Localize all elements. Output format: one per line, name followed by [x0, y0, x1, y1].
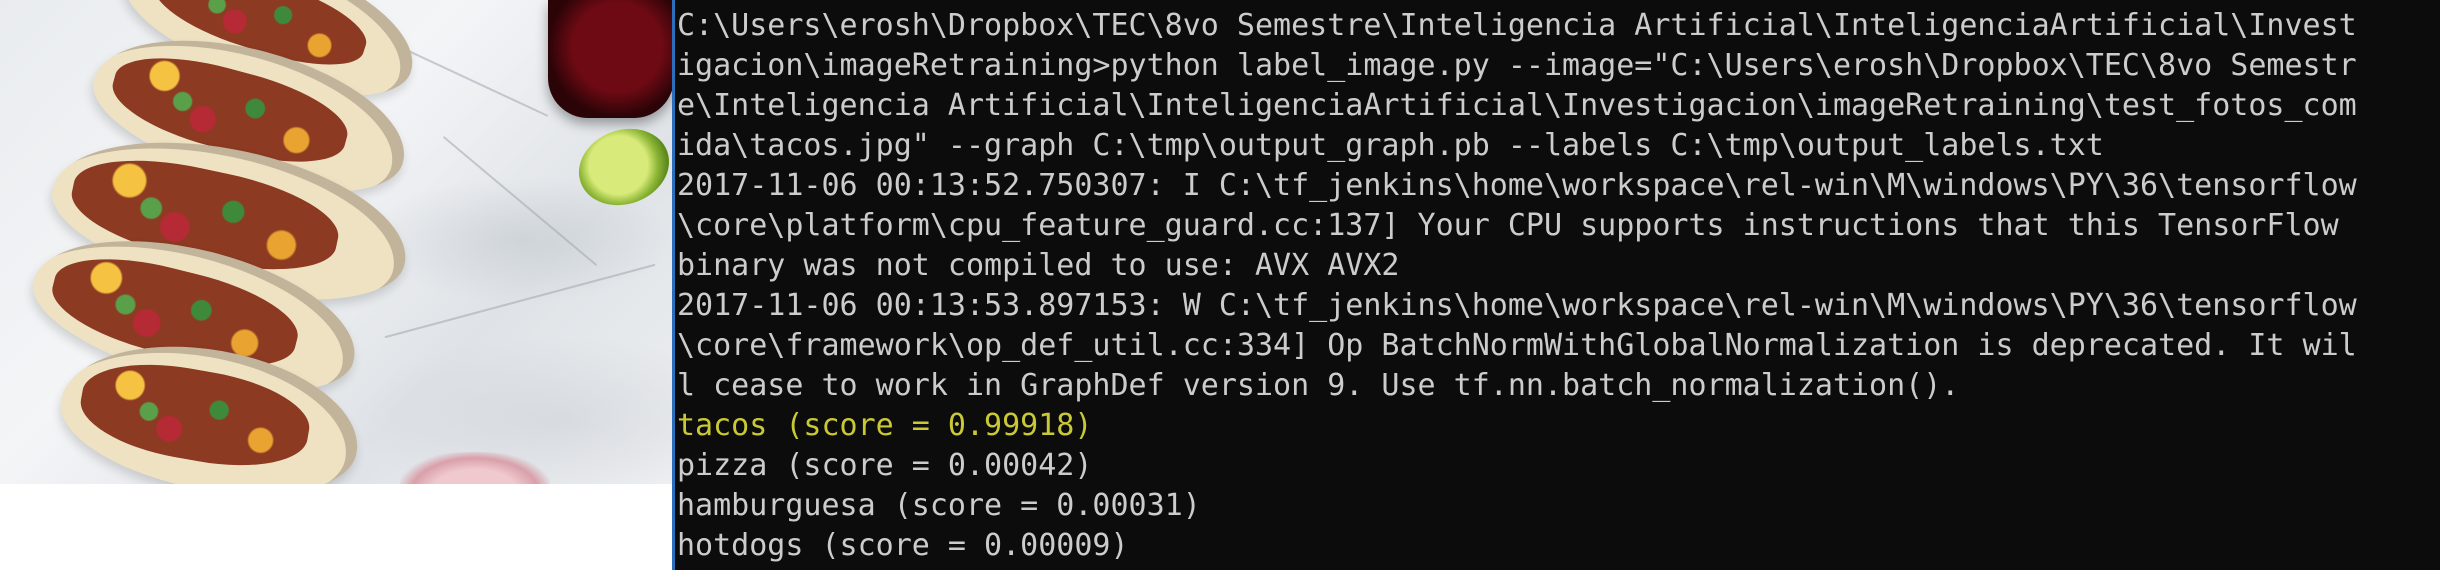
- blank-area: [0, 484, 672, 570]
- console-line: ida\tacos.jpg" --graph C:\tmp\output_gra…: [677, 128, 2104, 163]
- glass-rim: [400, 452, 550, 484]
- console-line: igacion\imageRetraining>python label_ima…: [677, 48, 2357, 83]
- console-line: l cease to work in GraphDef version 9. U…: [677, 368, 1960, 403]
- prediction-result: pizza (score = 0.00042): [677, 448, 1093, 483]
- prediction-top-result: tacos (score = 0.99918): [677, 408, 1093, 443]
- marble-vein: [384, 263, 656, 339]
- console-line: \core\platform\cpu_feature_guard.cc:137]…: [677, 208, 2339, 243]
- console-line: 2017-11-06 00:13:52.750307: I C:\tf_jenk…: [677, 168, 2357, 203]
- marble-vein: [442, 135, 598, 267]
- console-window[interactable]: C:\Users\erosh\Dropbox\TEC\8vo Semestre\…: [675, 0, 2440, 570]
- console-line: \core\framework\op_def_util.cc:334] Op B…: [677, 328, 2357, 363]
- console-line: e\Inteligencia Artificial\InteligenciaAr…: [677, 88, 2357, 123]
- prediction-result: hamburguesa (score = 0.00031): [677, 488, 1201, 523]
- console-line: C:\Users\erosh\Dropbox\TEC\8vo Semestre\…: [677, 8, 2357, 43]
- prediction-result: hotdogs (score = 0.00009): [677, 528, 1129, 563]
- wine-glass: [548, 0, 672, 118]
- lime-wedge: [568, 116, 672, 218]
- console-line: binary was not compiled to use: AVX AVX2: [677, 248, 1400, 283]
- tacos-photo: [0, 0, 672, 484]
- console-line: 2017-11-06 00:13:53.897153: W C:\tf_jenk…: [677, 288, 2357, 323]
